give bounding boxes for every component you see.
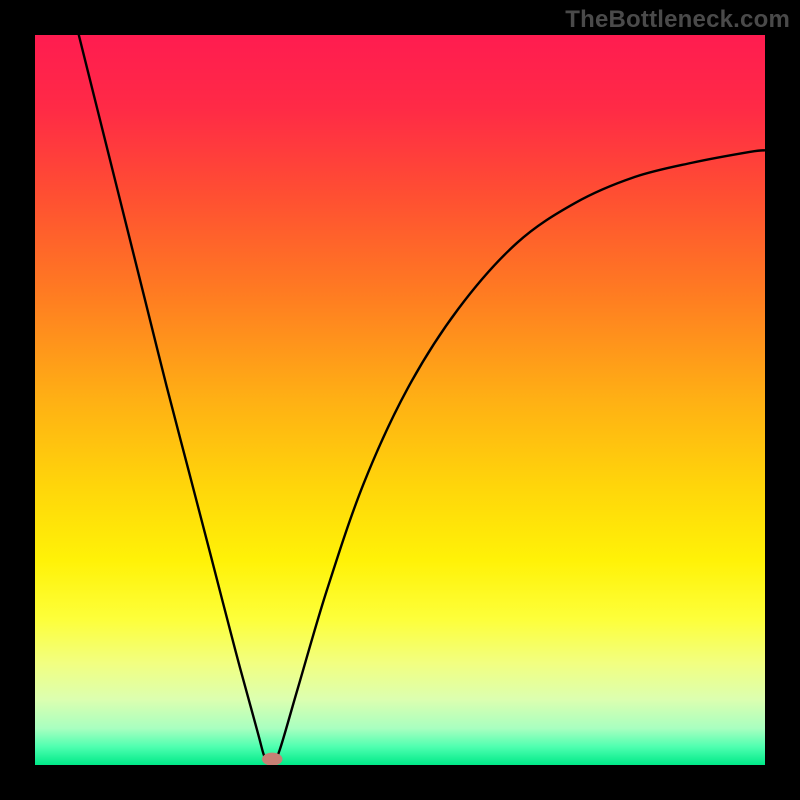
chart-frame: TheBottleneck.com — [0, 0, 800, 800]
plot-area — [35, 35, 765, 765]
chart-svg — [35, 35, 765, 765]
chart-background — [35, 35, 765, 765]
watermark-text: TheBottleneck.com — [565, 6, 790, 34]
